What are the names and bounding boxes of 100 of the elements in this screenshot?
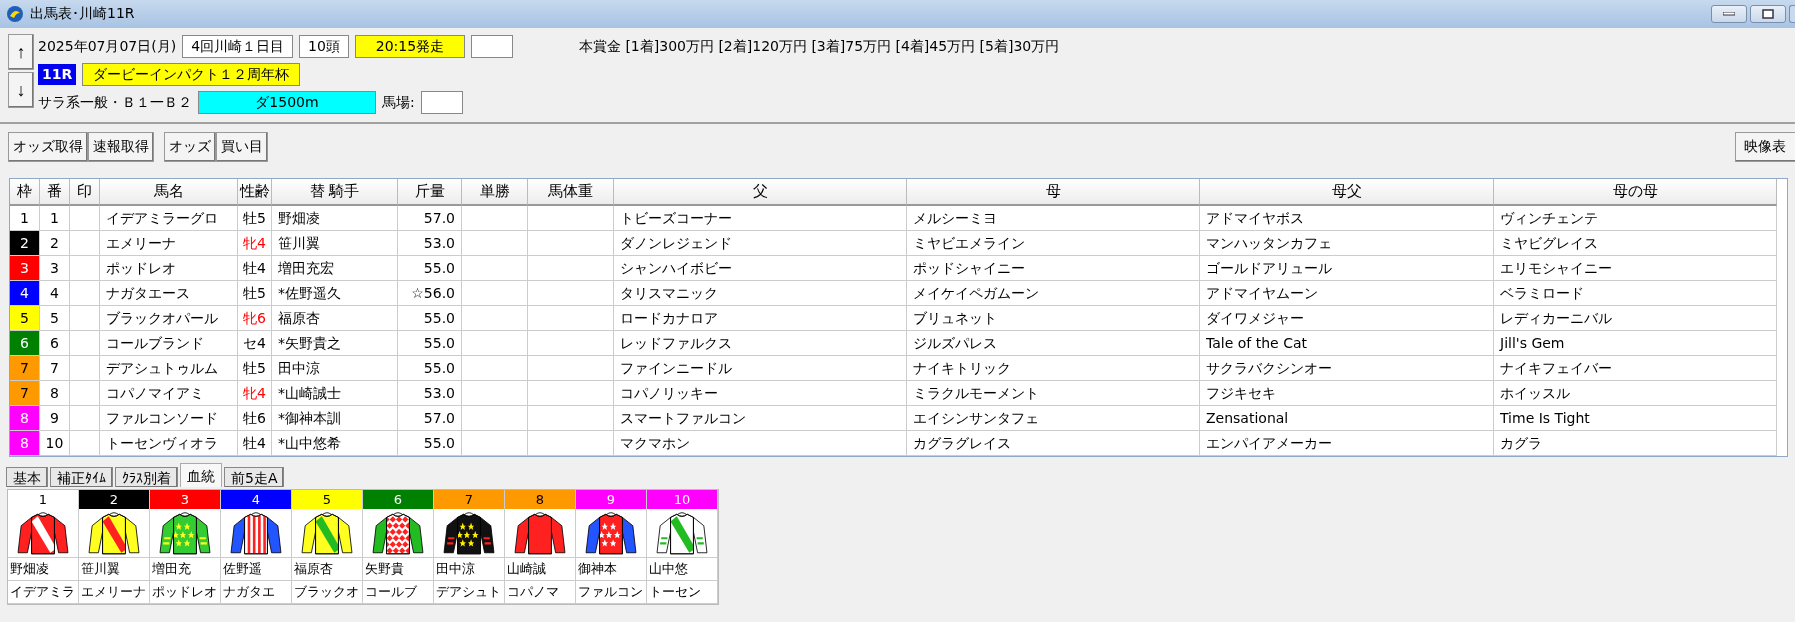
empty-cell (462, 206, 528, 231)
dam-dam-name: ナイキフェイバー (1494, 356, 1777, 381)
arrow-button[interactable]: ↑ (8, 34, 34, 70)
toolbar-button[interactable]: オッズ取得 (8, 132, 88, 162)
jockey-name: *御神本訓 (272, 406, 398, 431)
horse-name: コパノマ (505, 581, 575, 604)
empty-cell (462, 431, 528, 456)
dam-name: メルシーミヨ (907, 206, 1200, 231)
jockey-silks-icon (88, 511, 140, 555)
sire-name: シャンハイボビー (614, 256, 907, 281)
sex-age: 牝4 (238, 231, 272, 256)
dam-name: ミラクルモーメント (907, 381, 1200, 406)
horse-name: コールブランド (100, 331, 238, 356)
sire-name: コパノリッキー (614, 381, 907, 406)
jockey-name: 福原杏 (272, 306, 398, 331)
horse-number: 5 (292, 490, 362, 509)
frame-number: 3 (10, 256, 40, 281)
horse-number: 9 (576, 490, 646, 509)
weight: ☆56.0 (398, 281, 462, 306)
column-header: 父 (614, 179, 907, 206)
tab[interactable]: 補正ﾀｲﾑ (50, 467, 113, 487)
empty-cell (462, 231, 528, 256)
jockey-name: 野畑凌 (8, 558, 78, 581)
tab[interactable]: 血統 (180, 463, 222, 487)
sex-age: 牡4 (238, 431, 272, 456)
horse-name: ファルコンソード (100, 406, 238, 431)
empty-cell (70, 356, 100, 381)
horse-name: トーセン (647, 581, 717, 604)
meeting-field: 4回川崎１日目 (182, 35, 294, 58)
horse-name: ポッドレオ (100, 256, 238, 281)
jockey-silks-icon (17, 511, 69, 555)
sex-age: 牡5 (238, 206, 272, 231)
minimize-icon (1723, 12, 1735, 16)
video-button[interactable]: 映像表 (1735, 132, 1795, 162)
empty-field (470, 35, 513, 58)
sex-age: 牡5 (238, 281, 272, 306)
jockey-name: 矢野貴 (363, 558, 433, 581)
dam-name: ジルズパレス (907, 331, 1200, 356)
horse-name: イデアミラーグロ (100, 206, 238, 231)
sire-name: ダノンレジェンド (614, 231, 907, 256)
horse-name: コールブ (363, 581, 433, 604)
column-header: 単勝 (462, 179, 528, 206)
horse-name: エメリーナ (100, 231, 238, 256)
horse-name: ポッドレオ (150, 581, 220, 604)
weight: 57.0 (398, 206, 462, 231)
empty-cell (462, 381, 528, 406)
tab[interactable]: ｸﾗｽ別着 (115, 467, 178, 487)
jockey-name: 田中涼 (434, 558, 504, 581)
frame-number: 8 (10, 431, 40, 456)
horse-number: 1 (40, 206, 70, 231)
prize-money: 本賞金 [1着]300万円 [2着]120万円 [3着]75万円 [4着]45万円 [5着]30万円 (578, 37, 1060, 56)
arrow-button[interactable]: ↓ (8, 72, 34, 108)
weight: 55.0 (398, 331, 462, 356)
course-field: ダ1500m (198, 91, 376, 114)
dam-dam-name: エリモシャイニー (1494, 256, 1777, 281)
horse-number: 8 (40, 381, 70, 406)
frame-number: 2 (10, 231, 40, 256)
damsire-name: ゴールドアリュール (1200, 256, 1494, 281)
empty-cell (70, 406, 100, 431)
sire-name: タリスマニック (614, 281, 907, 306)
column-header: 斤量 (398, 179, 462, 206)
dam-name: ポッドシャイニー (907, 256, 1200, 281)
horse-name: ブラックオパール (100, 306, 238, 331)
frame-number: 8 (10, 406, 40, 431)
weight: 57.0 (398, 406, 462, 431)
minimize-button[interactable] (1711, 5, 1747, 23)
post-time-field: 20:15発走 (354, 35, 465, 58)
toolbar-button[interactable]: 速報取得 (88, 132, 154, 162)
frame-number: 6 (10, 331, 40, 356)
dam-name: メイケイペガムーン (907, 281, 1200, 306)
column-header: 馬名 (100, 179, 238, 206)
column-header: 番 (40, 179, 70, 206)
sire-name: トビーズコーナー (614, 206, 907, 231)
jockey-silks-icon (514, 511, 566, 555)
toolbar-button[interactable]: オッズ (164, 132, 216, 162)
tab[interactable]: 基本 (6, 467, 48, 487)
going-label: 馬場: (382, 93, 415, 112)
jockey-name: 福原杏 (292, 558, 362, 581)
damsire-name: Zensational (1200, 406, 1494, 431)
sex-age: 牝4 (238, 381, 272, 406)
sire-name: レッドファルクス (614, 331, 907, 356)
sex-age: 牡5 (238, 356, 272, 381)
close-button[interactable] (1789, 5, 1795, 23)
window-title: 出馬表･川崎11R (30, 5, 135, 23)
empty-cell (462, 406, 528, 431)
app-logo-icon (6, 5, 24, 23)
damsire-name: Tale of the Cat (1200, 331, 1494, 356)
jockey-silks-icon (443, 511, 495, 555)
jockey-name: 御神本 (576, 558, 646, 581)
dam-dam-name: Time Is Tight (1494, 406, 1777, 431)
dam-dam-name: ホイッスル (1494, 381, 1777, 406)
horse-name: デアシュト (434, 581, 504, 604)
tab[interactable]: 前5走A (224, 467, 285, 487)
jockey-name: 笹川翼 (272, 231, 398, 256)
toolbar-button[interactable]: 買い目 (216, 132, 268, 162)
column-header: 馬体重 (528, 179, 614, 206)
weight: 55.0 (398, 431, 462, 456)
empty-cell (462, 281, 528, 306)
weight: 55.0 (398, 306, 462, 331)
maximize-button[interactable] (1750, 5, 1786, 23)
